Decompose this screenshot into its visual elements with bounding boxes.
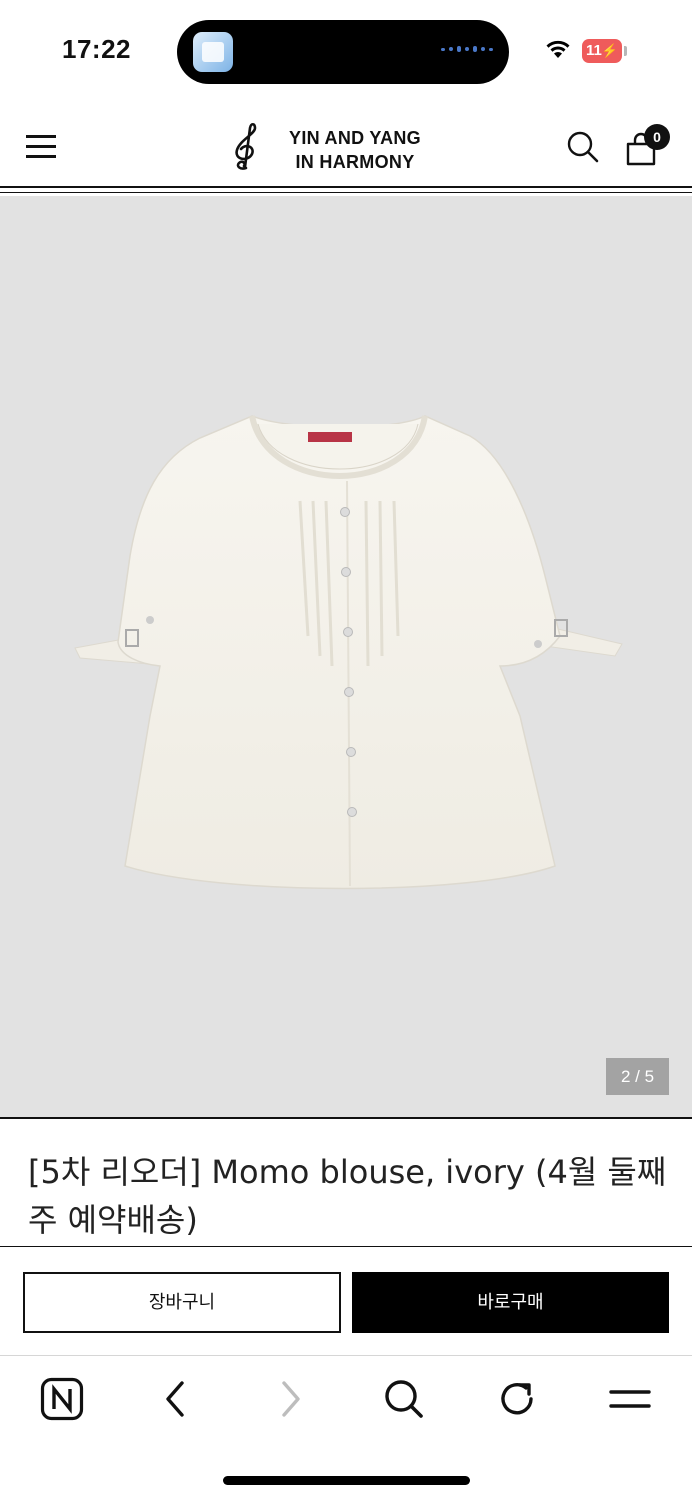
battery-cap xyxy=(624,46,627,56)
purchase-action-bar: 장바구니 바로구매 xyxy=(0,1246,692,1356)
status-time: 17:22 xyxy=(62,34,131,64)
menu-icon[interactable] xyxy=(608,1377,652,1421)
wifi-icon xyxy=(546,40,570,58)
logo-line1: YIN AND YANG xyxy=(289,128,421,148)
header-divider-thin xyxy=(0,192,692,193)
gallery-divider xyxy=(0,1117,692,1119)
naver-home-icon[interactable] xyxy=(40,1377,84,1421)
browser-toolbar xyxy=(0,1357,692,1500)
logo-line2: IN HARMONY xyxy=(295,152,415,172)
forward-icon[interactable] xyxy=(268,1377,312,1421)
search-icon[interactable] xyxy=(382,1377,426,1421)
add-to-cart-button[interactable]: 장바구니 xyxy=(23,1272,341,1333)
product-image-gallery[interactable]: 2 / 5 xyxy=(0,196,692,1118)
battery-indicator: 11⚡ xyxy=(582,39,622,63)
image-counter: 2 / 5 xyxy=(606,1058,669,1095)
reload-icon[interactable] xyxy=(496,1377,540,1421)
cart-count-badge: 0 xyxy=(644,124,670,150)
charging-bolt-icon: ⚡ xyxy=(601,43,619,58)
menu-icon[interactable] xyxy=(26,135,58,159)
live-activity-app-icon xyxy=(193,32,233,72)
header-divider xyxy=(0,186,692,188)
buy-now-button[interactable]: 바로구매 xyxy=(352,1272,669,1333)
status-bar: 17:22 11⚡ xyxy=(0,0,692,100)
product-title: [5차 리오더] Momo blouse, ivory (4월 둘째주 예약배송… xyxy=(28,1153,667,1239)
site-header: YIN AND YANG IN HARMONY 0 xyxy=(0,100,692,190)
treble-clef-logo[interactable] xyxy=(224,122,264,172)
dynamic-island[interactable] xyxy=(177,20,509,84)
home-indicator[interactable] xyxy=(223,1476,470,1485)
audio-wave-icon xyxy=(441,46,493,52)
blouse-product-image[interactable] xyxy=(0,196,692,1118)
search-icon[interactable] xyxy=(566,130,600,164)
cart-button[interactable]: 0 xyxy=(624,124,670,166)
back-icon[interactable] xyxy=(154,1377,198,1421)
brand-logo-text[interactable]: YIN AND YANG IN HARMONY xyxy=(276,126,434,174)
